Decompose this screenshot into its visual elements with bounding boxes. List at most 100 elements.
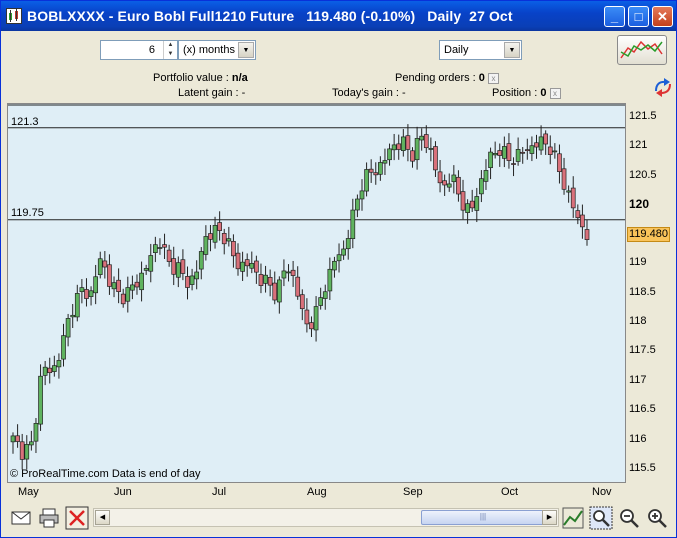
- candlestick-plot[interactable]: [8, 104, 626, 483]
- candle-body: [538, 136, 544, 151]
- candle-body: [244, 259, 250, 267]
- date-axis[interactable]: May Jun Jul Aug Sep Oct Nov: [7, 483, 672, 501]
- candle-body: [290, 269, 296, 276]
- zoom-in-icon[interactable]: [645, 506, 669, 530]
- copyright-note: © ProRealTime.com Data is end of day: [10, 468, 201, 480]
- candle-body: [19, 441, 25, 460]
- candle-body: [364, 169, 369, 192]
- candle-body: [93, 276, 99, 294]
- candle-body: [33, 423, 39, 442]
- candle-body: [61, 335, 66, 360]
- stepper-arrows-icon[interactable]: ▲ ▼: [163, 41, 177, 59]
- bottom-toolbar: ◀ ||| ▶: [5, 501, 672, 535]
- candle-body: [276, 279, 282, 303]
- period-value[interactable]: 6: [149, 44, 155, 56]
- resistance-line-label: 121.3: [11, 116, 39, 128]
- period-stepper[interactable]: 6 ▲ ▼: [100, 40, 178, 60]
- x-tick: Jul: [212, 486, 227, 498]
- candle-body: [134, 281, 140, 288]
- price-axis[interactable]: 121.5 121 120.5 120 119.480 119 118.5 11…: [626, 103, 672, 483]
- x-tick: Sep: [403, 486, 423, 498]
- candle-body: [254, 260, 259, 273]
- candle-body: [547, 146, 553, 155]
- candle-body: [313, 306, 319, 331]
- candle-body: [479, 178, 484, 195]
- candle-body: [373, 172, 379, 176]
- y-tick: 118.5: [629, 286, 656, 298]
- scroll-left-icon[interactable]: ◀: [95, 510, 110, 525]
- candle-body: [318, 297, 324, 306]
- candle-body: [65, 318, 71, 338]
- candle-body: [97, 258, 103, 275]
- portfolio-value: n/a: [231, 72, 248, 84]
- candle-body: [410, 150, 415, 162]
- last-price-badge: 119.480: [627, 227, 670, 242]
- candle-body: [221, 232, 227, 245]
- candle-body: [446, 183, 452, 188]
- minimize-button[interactable]: _: [604, 6, 625, 27]
- candle-body: [515, 149, 521, 162]
- candle-body: [38, 375, 43, 425]
- candle-body: [428, 148, 434, 150]
- scroll-thumb[interactable]: |||: [421, 510, 545, 525]
- zoom-out-icon[interactable]: [617, 506, 641, 530]
- portfolio-info-bar: Portfolio value : n/a Latent gain : - To…: [5, 69, 672, 101]
- candle-body: [469, 200, 475, 209]
- candle-body: [84, 289, 89, 299]
- clear-pending-icon[interactable]: x: [487, 72, 499, 84]
- close-button[interactable]: ✕: [652, 6, 673, 27]
- candle-body: [474, 196, 480, 211]
- candle-body: [226, 238, 232, 242]
- candle-body: [29, 441, 34, 446]
- candle-body: [442, 180, 447, 186]
- clear-position-icon[interactable]: x: [549, 87, 561, 99]
- candle-body: [120, 293, 126, 305]
- candle-body: [281, 270, 287, 279]
- candle-body: [359, 190, 365, 200]
- swap-arrows-icon[interactable]: [652, 77, 674, 97]
- chevron-down-icon[interactable]: ▼: [504, 42, 520, 58]
- x-tick: Oct: [501, 486, 519, 498]
- chevron-down-icon[interactable]: ▼: [238, 42, 254, 58]
- scroll-right-icon[interactable]: ▶: [542, 510, 557, 525]
- candle-body: [102, 260, 108, 268]
- candle-body: [322, 291, 328, 299]
- y-tick: 120: [629, 197, 650, 211]
- zoom-select-icon[interactable]: [589, 506, 613, 530]
- candle-body: [488, 151, 493, 169]
- x-tick: Nov: [592, 486, 612, 498]
- candle-body: [111, 282, 117, 290]
- candle-body: [391, 144, 397, 151]
- candle-body: [405, 135, 411, 150]
- x-tick: Aug: [307, 486, 327, 498]
- candle-body: [194, 271, 200, 280]
- candle-body: [162, 244, 167, 248]
- y-tick: 121.5: [629, 110, 657, 122]
- latent-gain: Latent gain : -: [178, 87, 246, 99]
- candle-body: [350, 209, 356, 239]
- title-bar[interactable]: BOBLXXXX - Euro Bobl Full1210 Future 119…: [1, 1, 676, 31]
- chart-type-button[interactable]: [617, 35, 667, 65]
- position: Position : 0 x: [492, 87, 561, 99]
- candle-body: [10, 435, 16, 443]
- portfolio-value-label: Portfolio value : n/a: [153, 72, 248, 84]
- maximize-button[interactable]: □: [628, 6, 649, 27]
- candle-body: [584, 229, 590, 240]
- interval-select[interactable]: Daily ▼: [439, 40, 522, 60]
- printer-icon[interactable]: [37, 506, 61, 530]
- period-unit-select[interactable]: (x) months ▼: [178, 40, 256, 60]
- candle-body: [497, 150, 503, 156]
- price-chart[interactable]: 121.3 119.75 © ProRealTime.com Data is e…: [7, 103, 626, 483]
- y-tick: 118: [629, 315, 647, 327]
- candle-body: [465, 203, 470, 213]
- auto-scale-icon[interactable]: [561, 506, 585, 530]
- cancel-orders-icon[interactable]: [65, 506, 89, 530]
- todays-gain: Today's gain : -: [332, 87, 406, 99]
- horizontal-scrollbar[interactable]: ◀ ||| ▶: [93, 508, 559, 527]
- candle-body: [240, 261, 245, 272]
- candle-body: [267, 276, 273, 286]
- candle-body: [433, 146, 438, 171]
- candle-body: [157, 247, 163, 249]
- y-tick: 121: [629, 139, 648, 151]
- envelope-icon[interactable]: [9, 506, 33, 530]
